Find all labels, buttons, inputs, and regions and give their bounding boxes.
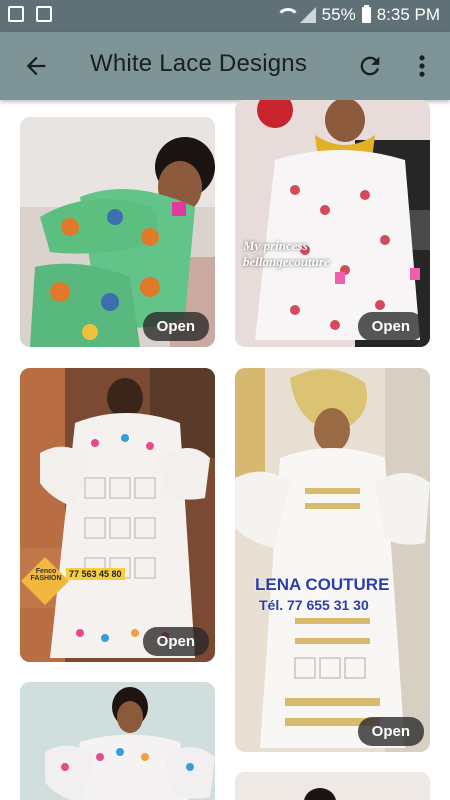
phone-text: Tél. 77 655 31 30 <box>259 597 369 613</box>
more-options-icon[interactable] <box>412 52 432 80</box>
design-card[interactable] <box>20 682 215 800</box>
open-button[interactable]: Open <box>357 717 424 746</box>
badge-brand-text: Fenco FASHION <box>30 568 62 582</box>
status-right: 55% 8:35 PM <box>275 5 440 25</box>
design-image <box>20 682 215 800</box>
clock: 8:35 PM <box>376 5 440 24</box>
notification-icons <box>8 6 52 22</box>
battery-percent: 55% <box>321 5 356 24</box>
status-bar: 55% 8:35 PM <box>0 0 450 32</box>
open-button[interactable]: Open <box>142 312 209 341</box>
design-card[interactable]: Fenco FASHION 77 563 45 80 Open <box>20 368 215 662</box>
open-button[interactable]: Open <box>357 312 424 341</box>
design-image <box>235 100 430 347</box>
brand-text: LENA COUTURE <box>255 575 390 594</box>
design-image <box>20 368 215 662</box>
image-grid: Open My princess bellangecouture Open Fe… <box>0 100 450 800</box>
design-card[interactable]: Open <box>20 117 215 347</box>
image-notification-icon <box>8 6 24 22</box>
open-button[interactable]: Open <box>142 627 209 656</box>
design-card[interactable]: LENA COUTURE Tél. 77 655 31 30 Open <box>235 368 430 752</box>
design-card[interactable] <box>235 772 430 800</box>
battery-icon <box>361 5 371 23</box>
wifi-icon <box>275 8 300 22</box>
design-card[interactable]: My princess bellangecouture Open <box>235 100 430 347</box>
back-arrow-icon[interactable] <box>22 52 50 80</box>
badge-phone-text: 77 563 45 80 <box>66 568 125 580</box>
watermark-text: My princess bellangecouture <box>243 238 330 269</box>
design-image <box>235 368 430 752</box>
refresh-icon[interactable] <box>356 52 384 80</box>
app-notification-icon <box>36 6 52 22</box>
design-image <box>235 772 430 800</box>
page-title: White Lace Designs <box>90 50 308 77</box>
signal-icon <box>299 7 316 23</box>
app-bar: White Lace Designs <box>0 32 450 100</box>
